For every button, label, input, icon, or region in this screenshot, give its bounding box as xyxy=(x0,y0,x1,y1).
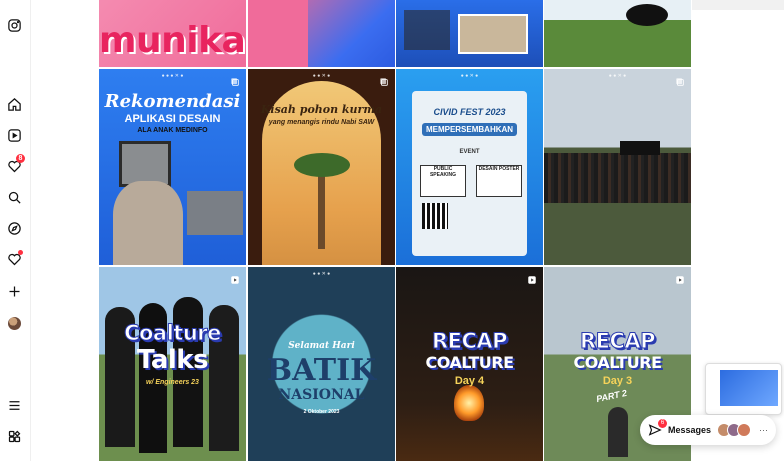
post-tile[interactable]: ● ● ✕ ● xyxy=(544,69,691,265)
post-subtitle: Day 4 xyxy=(454,375,485,387)
messages-label: Messages xyxy=(668,425,712,435)
carousel-icon xyxy=(379,74,389,86)
apps-icon[interactable] xyxy=(4,426,24,446)
post-subtitle: APLIKASI DESAIN xyxy=(124,113,221,125)
top-strip xyxy=(692,0,784,10)
home-icon[interactable] xyxy=(4,94,24,114)
post-subtitle: w/ Engineers 23 xyxy=(146,379,199,386)
qr-code xyxy=(422,203,448,229)
post-title: NASIONAL xyxy=(278,387,365,403)
post-subtitle: MEMPERSEMBAHKAN xyxy=(422,123,517,136)
post-title: COALTURE xyxy=(425,353,515,372)
profile-avatar[interactable] xyxy=(4,313,24,333)
post-title: RECAP xyxy=(431,329,508,354)
activity-dot xyxy=(18,250,23,255)
reel-icon xyxy=(230,272,240,284)
bonfire xyxy=(454,385,484,421)
message-avatars xyxy=(717,423,751,437)
post-photo xyxy=(458,14,528,54)
post-tile[interactable]: ● ● ✕ ● CIVID FEST 2023 MEMPERSEMBAHKAN … xyxy=(396,69,543,265)
figure-body xyxy=(113,181,183,265)
post-tile[interactable]: munikasi xyxy=(99,0,246,67)
post-title: RECAP xyxy=(579,329,656,354)
person xyxy=(608,407,628,457)
messages-button[interactable]: 6 Messages ··· xyxy=(640,415,776,445)
reels-icon[interactable] xyxy=(4,125,24,145)
messages-icon: 6 xyxy=(648,419,667,437)
messages-badge: 6 xyxy=(658,419,667,428)
instagram-icon[interactable] xyxy=(4,15,24,35)
heart-icon[interactable] xyxy=(4,249,24,269)
palm-trunk xyxy=(318,169,325,249)
preview-image xyxy=(720,370,778,406)
brand-strip: ● ● ✕ ● xyxy=(608,73,627,79)
more-icon: ··· xyxy=(759,425,768,435)
search-icon[interactable] xyxy=(4,187,24,207)
post-grid: munikasi ● ● ● ✕ ● Rekomendasi APLIKASI … xyxy=(99,0,691,461)
menu-icon[interactable] xyxy=(4,395,24,415)
post-tile[interactable]: ● ● ● ✕ ● Rekomendasi APLIKASI DESAIN AL… xyxy=(99,69,246,265)
post-title: BATIK xyxy=(266,353,377,388)
post-title: Rekomendasi xyxy=(104,91,241,112)
palm-leaves xyxy=(294,153,350,177)
post-caption: munikasi xyxy=(99,20,246,61)
floating-preview[interactable] xyxy=(705,363,782,415)
avatar xyxy=(7,316,21,330)
post-tile[interactable] xyxy=(396,0,543,67)
carousel-icon xyxy=(230,74,240,86)
post-subtitle: yang menangis rindu Nabi SAW xyxy=(268,119,375,126)
event-item: PUBLIC SPEAKING xyxy=(420,165,466,197)
brand-strip: ● ● ✕ ● xyxy=(460,73,479,79)
post-photo xyxy=(404,10,450,50)
post-title: Talks xyxy=(136,345,209,375)
post-subtitle: ALA ANAK MEDINFO xyxy=(137,127,208,134)
post-subtitle: Selamat Hari xyxy=(288,341,355,351)
event-item: DESAIN POSTER xyxy=(476,165,522,197)
post-tile[interactable]: RECAP COALTURE Day 4 xyxy=(396,267,543,461)
avatar xyxy=(737,423,751,437)
carousel-icon xyxy=(675,74,685,86)
banner xyxy=(620,141,660,155)
post-title: Kisah pohon kurma xyxy=(260,103,383,116)
brand-strip: ● ● ● ✕ ● xyxy=(161,73,184,79)
crowd xyxy=(544,153,691,203)
reel-icon xyxy=(527,272,537,284)
post-tile[interactable]: Coalture Talks w/ Engineers 23 xyxy=(99,267,246,461)
post-title: Coalture xyxy=(124,321,222,346)
post-title: COALTURE xyxy=(573,353,663,372)
sidebar-nav: 8 xyxy=(0,0,31,461)
post-subtitle: Day 3 xyxy=(602,375,633,387)
compass-icon[interactable] xyxy=(4,218,24,238)
post-graphic xyxy=(626,4,668,26)
notifications-icon[interactable]: 8 xyxy=(4,154,25,176)
post-subtitle: EVENT xyxy=(459,149,480,155)
post-tile[interactable] xyxy=(544,0,691,67)
post-date: 2 Oktober 2023 xyxy=(303,409,340,415)
reel-icon xyxy=(675,272,685,284)
brand-strip: ● ● ✕ ● xyxy=(312,271,331,277)
post-tile[interactable]: ● ● ✕ ● Selamat Hari BATIK NASIONAL 2 Ok… xyxy=(248,267,395,461)
plus-icon[interactable] xyxy=(4,281,24,301)
post-tile[interactable]: ● ● ✕ ● Kisah pohon kurma yang menangis … xyxy=(248,69,395,265)
post-subtitle: PART 2 xyxy=(595,387,628,405)
notification-badge: 8 xyxy=(16,154,25,163)
computer xyxy=(187,191,243,235)
post-graphic xyxy=(248,0,308,67)
post-tile[interactable] xyxy=(248,0,395,67)
brand-strip: ● ● ✕ ● xyxy=(312,73,331,79)
post-title: CIVID FEST 2023 xyxy=(433,107,506,117)
